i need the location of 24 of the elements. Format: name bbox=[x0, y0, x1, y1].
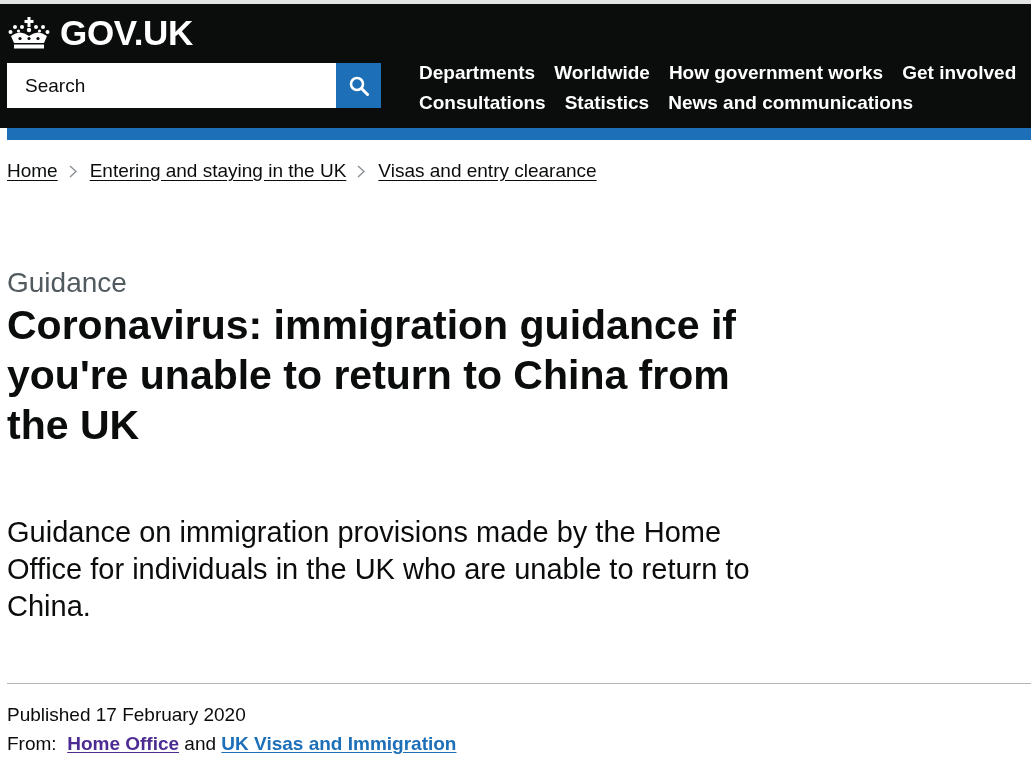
published-date: Published 17 February 2020 bbox=[7, 703, 247, 727]
nav-link[interactable]: News and communications bbox=[668, 91, 914, 114]
page-title: Coronavirus: immigration guidance if you're unable to return to China from the UK bbox=[7, 301, 737, 450]
nav-link[interactable]: Worldwide bbox=[554, 61, 650, 84]
search-field[interactable]: Search bbox=[7, 63, 336, 108]
search-icon bbox=[348, 75, 369, 96]
site-logo-link[interactable]: GOV.UK bbox=[60, 15, 194, 51]
search-button[interactable] bbox=[336, 63, 381, 108]
nav-link[interactable]: Get involved bbox=[902, 61, 1017, 84]
nav-link[interactable]: Departments bbox=[419, 61, 536, 84]
lead-paragraph: Guidance on immigration provisions made by the Home Office for individuals in the UK who are unable to return to China. bbox=[7, 515, 751, 624]
chevron-icon bbox=[357, 164, 366, 178]
breadcrumb-link[interactable]: Entering and staying in the UK bbox=[89, 159, 347, 183]
organisation-link[interactable]: Home Office bbox=[67, 733, 180, 754]
nav-link[interactable]: Statistics bbox=[564, 91, 650, 114]
page-caption: Guidance bbox=[7, 267, 128, 299]
from-line: From: Home Office and UK Visas and Immigration bbox=[7, 733, 458, 755]
nav-link[interactable]: How government works bbox=[668, 61, 884, 84]
breadcrumb-link[interactable]: Home bbox=[7, 159, 58, 183]
breadcrumb-link[interactable]: Visas and entry clearance bbox=[378, 159, 597, 183]
nav-link[interactable]: Consultations bbox=[419, 91, 546, 114]
chevron-icon bbox=[68, 164, 77, 178]
organisation-link[interactable]: UK Visas and Immigration bbox=[221, 733, 457, 754]
crown-icon[interactable] bbox=[8, 17, 50, 49]
